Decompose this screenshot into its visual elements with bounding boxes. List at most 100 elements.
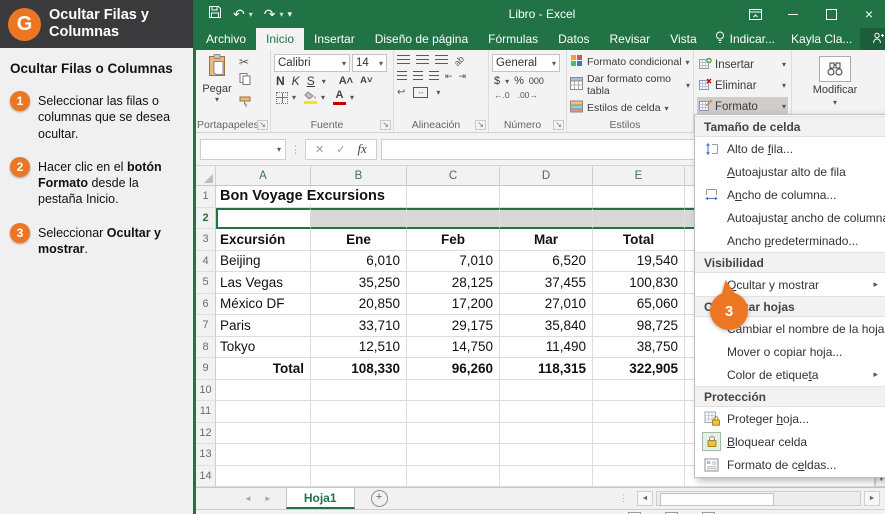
- menu-item[interactable]: Bloquear celda: [695, 430, 885, 453]
- cell-E1[interactable]: [593, 186, 685, 208]
- menu-item[interactable]: Alto de fila...: [695, 137, 885, 160]
- cell-D4[interactable]: 6,520: [500, 251, 593, 273]
- cell-E2[interactable]: [593, 208, 685, 230]
- scroll-thumb[interactable]: [660, 493, 774, 506]
- prev-sheet-icon[interactable]: ◄: [244, 494, 252, 503]
- cell-D2[interactable]: [500, 208, 593, 230]
- cell-E7[interactable]: 98,725: [593, 315, 685, 337]
- menu-item[interactable]: Autoajustar alto de fila: [695, 160, 885, 183]
- cell-D11[interactable]: [500, 401, 593, 423]
- name-box-dropdown-icon[interactable]: ▾: [277, 145, 281, 154]
- maximize-icon[interactable]: [812, 0, 850, 28]
- minimize-icon[interactable]: [774, 0, 812, 28]
- cell-B11[interactable]: [311, 401, 407, 423]
- percent-format-button[interactable]: %: [514, 75, 524, 87]
- cell-B7[interactable]: 33,710: [311, 315, 407, 337]
- cell-E8[interactable]: 38,750: [593, 337, 685, 359]
- merge-dropdown-icon[interactable]: ▾: [436, 88, 440, 97]
- menu-item[interactable]: Ancho predeterminado...: [695, 229, 885, 252]
- font-name-combo[interactable]: Calibri▾: [274, 54, 350, 72]
- scroll-track[interactable]: [656, 491, 861, 506]
- cell-A3[interactable]: Excursión: [216, 229, 311, 251]
- currency-dropdown-icon[interactable]: ▾: [505, 77, 509, 86]
- cell-B5[interactable]: 35,250: [311, 272, 407, 294]
- align-middle-icon[interactable]: [416, 55, 429, 66]
- orientation-icon[interactable]: ab: [452, 53, 466, 67]
- decrease-decimal-icon[interactable]: .00→: [518, 90, 538, 100]
- cell-A10[interactable]: [216, 380, 311, 402]
- tab-vista[interactable]: Vista: [660, 28, 706, 50]
- merge-center-icon[interactable]: ↔: [413, 87, 428, 98]
- cell-E13[interactable]: [593, 444, 685, 466]
- cell-D6[interactable]: 27,010: [500, 294, 593, 316]
- row-header-13[interactable]: 13: [196, 444, 216, 466]
- cell-C8[interactable]: 14,750: [407, 337, 500, 359]
- redo-icon[interactable]: ↷: [264, 7, 276, 21]
- row-header-12[interactable]: 12: [196, 423, 216, 445]
- column-header-E[interactable]: E: [593, 166, 685, 185]
- fill-color-dropdown-icon[interactable]: ▾: [321, 93, 325, 102]
- cell-E9[interactable]: 322,905: [593, 358, 685, 380]
- column-header-D[interactable]: D: [500, 166, 593, 185]
- borders-icon[interactable]: [276, 92, 288, 104]
- cell-D8[interactable]: 11,490: [500, 337, 593, 359]
- cell-D12[interactable]: [500, 423, 593, 445]
- tab-datos[interactable]: Datos: [548, 28, 599, 50]
- cell-D9[interactable]: 118,315: [500, 358, 593, 380]
- underline-dropdown-icon[interactable]: ▾: [322, 77, 326, 86]
- modificar-button[interactable]: Modificar ▾: [795, 54, 875, 107]
- menu-item[interactable]: Ancho de columna...: [695, 183, 885, 206]
- column-header-B[interactable]: B: [311, 166, 407, 185]
- cell-C11[interactable]: [407, 401, 500, 423]
- name-box[interactable]: ▾: [200, 139, 286, 160]
- cell-A13[interactable]: [216, 444, 311, 466]
- font-color-button[interactable]: A: [333, 90, 346, 105]
- cell-E4[interactable]: 19,540: [593, 251, 685, 273]
- new-sheet-icon[interactable]: +: [371, 490, 388, 507]
- cell-C9[interactable]: 96,260: [407, 358, 500, 380]
- cell-A4[interactable]: Beijing: [216, 251, 311, 273]
- tab-archivo[interactable]: Archivo: [196, 28, 256, 50]
- cell-B13[interactable]: [311, 444, 407, 466]
- cell-C14[interactable]: [407, 466, 500, 488]
- redo-dropdown-icon[interactable]: ▾: [279, 10, 283, 19]
- borders-dropdown-icon[interactable]: ▾: [292, 93, 296, 102]
- cell-B10[interactable]: [311, 380, 407, 402]
- cell-A9[interactable]: Total: [216, 358, 311, 380]
- insert-cells-button[interactable]: Insertar▾: [697, 55, 788, 74]
- font-color-dropdown-icon[interactable]: ▾: [350, 93, 354, 102]
- cell-C4[interactable]: 7,010: [407, 251, 500, 273]
- cell-styles-button[interactable]: Estilos de celda▾: [570, 100, 690, 116]
- insert-function-icon[interactable]: fx: [357, 141, 366, 157]
- ribbon-display-options-icon[interactable]: [736, 0, 774, 28]
- menu-item[interactable]: Proteger hoja...: [695, 407, 885, 430]
- cell-A6[interactable]: México DF: [216, 294, 311, 316]
- delete-dropdown-icon[interactable]: ▾: [782, 81, 786, 90]
- cell-B4[interactable]: 6,010: [311, 251, 407, 273]
- numero-dialog-launcher-icon[interactable]: ↘: [553, 120, 564, 130]
- menu-item[interactable]: Autoajustar ancho de columna: [695, 206, 885, 229]
- increase-decimal-icon[interactable]: ←.0: [494, 90, 510, 100]
- cell-C10[interactable]: [407, 380, 500, 402]
- alineacion-dialog-launcher-icon[interactable]: ↘: [475, 120, 486, 130]
- row-header-2[interactable]: 2: [196, 208, 216, 230]
- row-header-9[interactable]: 9: [196, 358, 216, 380]
- tab-diseno-de-pagina[interactable]: Diseño de página: [365, 28, 478, 50]
- tab-insertar[interactable]: Insertar: [304, 28, 365, 50]
- cell-A12[interactable]: [216, 423, 311, 445]
- cell-D3[interactable]: Mar: [500, 229, 593, 251]
- sheet-tab-hoja1[interactable]: Hoja1: [286, 488, 355, 509]
- scroll-left-icon[interactable]: ◄: [637, 491, 653, 506]
- align-top-icon[interactable]: [397, 55, 410, 66]
- cell-D13[interactable]: [500, 444, 593, 466]
- number-format-combo[interactable]: General▾: [492, 54, 560, 72]
- tell-me-box[interactable]: Indicar...: [707, 28, 783, 50]
- font-size-combo[interactable]: 14▾: [352, 54, 387, 72]
- modificar-dropdown-icon[interactable]: ▾: [833, 98, 837, 107]
- tab-inicio[interactable]: Inicio: [256, 28, 304, 50]
- cell-C7[interactable]: 29,175: [407, 315, 500, 337]
- cell-A8[interactable]: Tokyo: [216, 337, 311, 359]
- portapapeles-dialog-launcher-icon[interactable]: ↘: [257, 120, 268, 130]
- format-as-table-button[interactable]: Dar formato como tabla▾: [570, 73, 690, 97]
- decrease-indent-icon[interactable]: ⇤: [445, 71, 453, 82]
